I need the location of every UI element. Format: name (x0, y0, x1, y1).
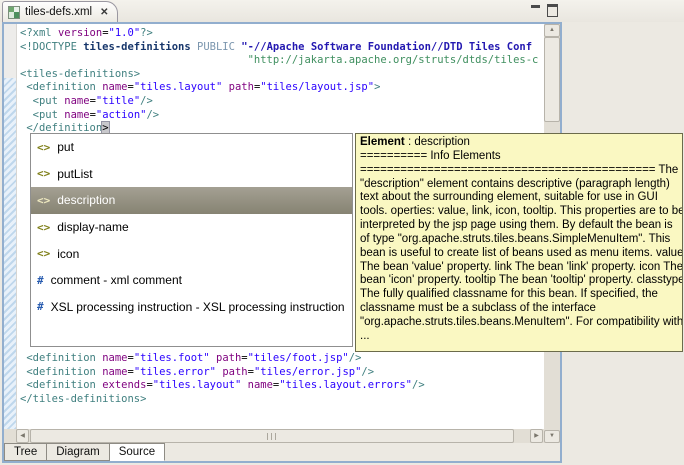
completion-item-label: XSL processing instruction - XSL process… (50, 299, 345, 314)
tooltip-line: "org.apache.struts.tiles.beans.MenuItem"… (360, 315, 682, 328)
xml-file-icon (8, 5, 20, 19)
editor-tab-title: tiles-defs.xml (25, 6, 93, 18)
code-line: <tiles-definitions> (20, 67, 141, 80)
completion-item-label: put (57, 140, 74, 155)
quickdiff-changed-region (4, 78, 16, 429)
completion-item-display-name[interactable]: <> display-name (31, 214, 352, 241)
tooltip-line: bean is useful to create list of beans u… (360, 246, 682, 259)
horizontal-scrollbar[interactable]: ◀ ▶ (4, 429, 544, 443)
page-tab-diagram[interactable]: Diagram (47, 443, 110, 461)
code-block-top: <?xml version="1.0"?> <!DOCTYPE tiles-def… (20, 27, 538, 136)
maximize-icon[interactable] (547, 4, 558, 17)
code-line: <?xml version="1.0"?> (20, 27, 153, 39)
view-toolbar (531, 4, 558, 17)
vertical-scroll-thumb[interactable] (544, 37, 560, 122)
tooltip-line: The fully qualified classname for this b… (360, 288, 658, 301)
completion-item-label: putList (57, 166, 93, 181)
editor-tab-tiles-defs[interactable]: tiles-defs.xml ✕ (2, 1, 118, 22)
code-line: <definition extends="tiles.layout" name=… (26, 379, 425, 392)
element-icon: <> (37, 193, 51, 207)
completion-item-label: comment - xml comment (50, 273, 182, 288)
code-line: <definition name="tiles.layout" path="ti… (26, 81, 381, 94)
element-icon: <> (37, 167, 51, 181)
tooltip-line: bean 'icon' property. tooltip The bean '… (360, 274, 682, 287)
element-icon: <> (37, 220, 51, 234)
tooltip-line: tools. operties: value, link, icon, tool… (360, 205, 682, 218)
editor-tab-bar: tiles-defs.xml ✕ (0, 0, 684, 22)
annotation-ruler[interactable] (4, 24, 17, 429)
code-block-bottom: <definition name="tiles.foot" path="tile… (20, 352, 425, 406)
minimize-icon[interactable] (531, 4, 540, 13)
horizontal-scroll-thumb[interactable] (30, 429, 514, 443)
close-icon[interactable]: ✕ (100, 7, 108, 18)
completion-item-putList[interactable]: <> putList (31, 161, 352, 188)
scroll-right-icon[interactable]: ▶ (530, 429, 543, 443)
tooltip-title: Element : description (360, 136, 682, 150)
completion-item-label: icon (57, 246, 80, 261)
directive-icon: # (37, 300, 44, 314)
element-icon: <> (37, 247, 51, 261)
tooltip-line: of type "org.apache.struts.tiles.beans.S… (360, 232, 671, 245)
editor-page-tabs: Tree Diagram Source (4, 443, 560, 461)
tooltip-line: text about the surrounding element, suit… (360, 191, 658, 204)
scroll-left-icon[interactable]: ◀ (16, 429, 29, 443)
code-line: <!DOCTYPE tiles-definitions PUBLIC "-//A… (20, 40, 533, 53)
tooltip-line: The bean 'value' property. link The bean… (360, 260, 682, 273)
content-assist-popup: <> put <> putList <> description <> display-nam… (30, 133, 353, 347)
completion-item-XSL[interactable]: # XSL processing instruction - XSL proces… (31, 294, 352, 321)
tooltip-line: ... (360, 329, 370, 342)
tooltip-title-label: Element (360, 136, 405, 148)
page-tab-source[interactable]: Source (109, 443, 166, 461)
doc-tooltip: Element : description ========== Info El… (355, 133, 683, 352)
completion-item-comment[interactable]: # comment - xml comment (31, 267, 352, 294)
eclipse-editor-window: tiles-defs.xml ✕ <?xml version="1.0"?> <!… (0, 0, 684, 465)
completion-item-label: display-name (57, 220, 129, 235)
completion-item-icon[interactable]: <> icon (31, 240, 352, 267)
tooltip-title-value: : description (404, 136, 470, 148)
completion-item-label: description (57, 193, 116, 208)
page-tab-tree[interactable]: Tree (4, 443, 48, 461)
scroll-down-icon[interactable]: ▼ (544, 430, 560, 443)
code-line: <definition name="tiles.foot" path="tile… (26, 352, 362, 364)
thumb-grip (267, 433, 277, 440)
tooltip-line: ========== Info Elements (360, 149, 501, 162)
tooltip-line: "description" element contains descripti… (360, 177, 670, 190)
tooltip-line: interpreted by the jsp page using them. … (360, 219, 673, 232)
directive-icon: # (37, 273, 44, 287)
code-line: <put name="title"/> (32, 94, 153, 107)
completion-item-put[interactable]: <> put (31, 134, 352, 161)
tooltip-line: classname must be a subclass of the inte… (360, 302, 596, 315)
scroll-up-icon[interactable]: ▲ (544, 24, 560, 37)
code-line: <put name="action"/> (32, 108, 160, 121)
code-line: </tiles-definitions> (20, 392, 147, 405)
code-line: <definition name="tiles.error" path="til… (26, 365, 375, 378)
tooltip-line: ========================================… (360, 163, 679, 176)
code-line: "http://jakarta.apache.org/struts/dtds/t… (247, 54, 539, 67)
completion-item-description[interactable]: <> description (31, 187, 352, 214)
element-icon: <> (37, 140, 51, 154)
